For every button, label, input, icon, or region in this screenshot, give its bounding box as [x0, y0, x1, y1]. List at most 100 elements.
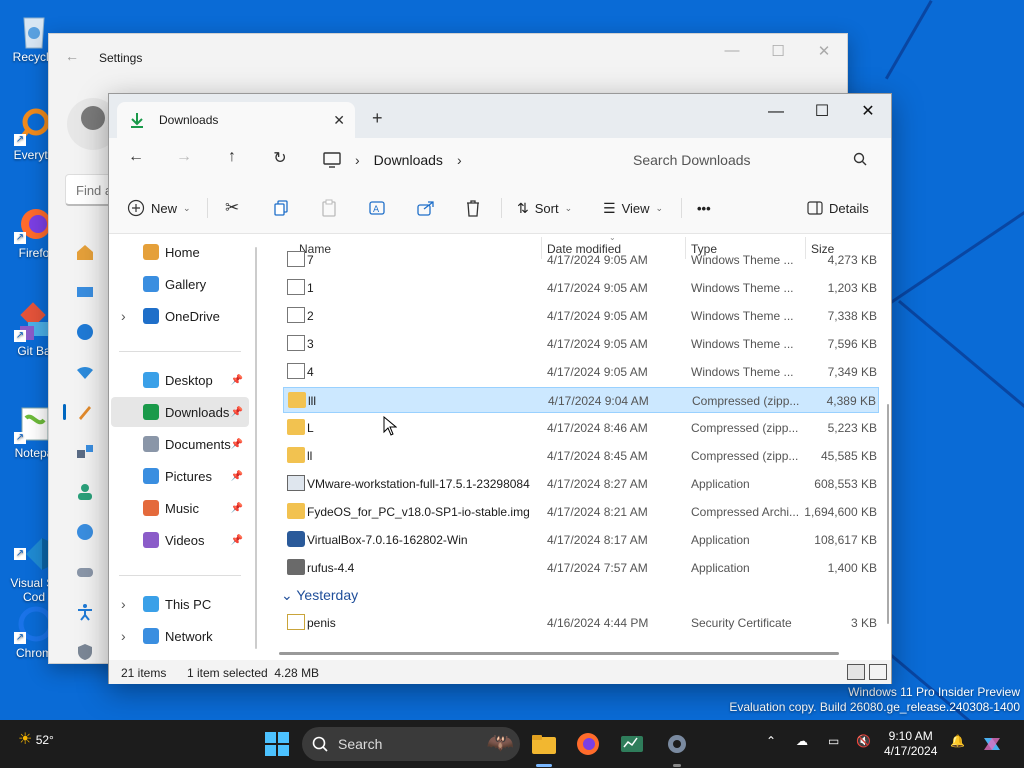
personalization-icon[interactable]: [63, 392, 99, 432]
table-row[interactable]: penis 4/16/2024 4:44 PM Security Certifica…: [283, 610, 879, 636]
table-row[interactable]: lll 4/17/2024 9:04 AM Compressed (zipp... 4…: [283, 387, 879, 413]
minimize-icon[interactable]: —: [753, 98, 799, 126]
table-row[interactable]: 4 4/17/2024 9:05 AM Windows Theme ... 7,349…: [283, 359, 879, 385]
file-explorer-window[interactable]: Downloads ✕ + — ☐ ✕ ← → ↑ ↻ › Downloads …: [108, 93, 892, 684]
start-button[interactable]: [261, 728, 293, 760]
sidebar-item-videos[interactable]: Videos 📌: [111, 525, 249, 555]
minimize-icon[interactable]: —: [709, 42, 755, 60]
sort-button[interactable]: ⇅ Sort ⌄: [517, 196, 572, 220]
table-row[interactable]: 2 4/17/2024 9:05 AM Windows Theme ... 7,338…: [283, 303, 879, 329]
rename-icon[interactable]: A: [369, 196, 387, 220]
address-bar[interactable]: › Downloads ›: [313, 144, 607, 176]
close-tab-icon[interactable]: ✕: [333, 112, 345, 129]
sidebar-item-gallery[interactable]: Gallery: [111, 269, 249, 299]
sidebar-item-documents[interactable]: Documents 📌: [111, 429, 249, 459]
privacy-security-icon[interactable]: [71, 632, 99, 672]
sidebar-item-network[interactable]: › Network: [111, 621, 249, 651]
sidebar-item-label: Gallery: [165, 276, 207, 292]
new-tab-button[interactable]: +: [372, 108, 383, 129]
firefox-taskbar-icon[interactable]: [572, 728, 604, 760]
table-row[interactable]: FydeOS_for_PC_v18.0-SP1-io-stable.img 4/1…: [283, 499, 879, 525]
up-arrow-icon[interactable]: ↑: [219, 148, 245, 172]
sidebar-item-onedrive[interactable]: › OneDrive: [111, 301, 249, 331]
new-button[interactable]: New ⌄: [127, 196, 191, 220]
more-options-button[interactable]: •••: [697, 196, 711, 220]
apps-icon[interactable]: [71, 432, 99, 472]
breadcrumb-downloads[interactable]: Downloads: [374, 152, 443, 168]
weather-widget[interactable]: ☀ 52°: [18, 729, 54, 749]
sidebar-item-home[interactable]: Home: [111, 237, 249, 267]
sidebar-item-this-pc[interactable]: › This PC: [111, 589, 249, 619]
accounts-icon[interactable]: [71, 472, 99, 512]
sidebar-item-pictures[interactable]: Pictures 📌: [111, 461, 249, 491]
details-view-icon[interactable]: [847, 664, 865, 680]
vertical-scrollbar[interactable]: [887, 404, 889, 624]
network-status-icon[interactable]: ☁: [796, 734, 808, 748]
sidebar-item-label: Desktop: [165, 372, 213, 388]
cut-icon[interactable]: ✂: [225, 196, 239, 220]
taskbar-search[interactable]: Search 🦇: [302, 727, 520, 761]
file-name: VirtualBox-7.0.16-162802-Win: [307, 533, 468, 547]
file-list: Name ⌄ Date modified Type Size 7 4/17/202…: [271, 235, 891, 659]
sidebar-item-music[interactable]: Music 📌: [111, 493, 249, 523]
file-explorer-taskbar-icon[interactable]: [528, 728, 560, 760]
show-hidden-icons-chevron-icon[interactable]: ⌃: [766, 734, 776, 748]
expand-chevron-icon[interactable]: ›: [121, 596, 126, 612]
share-icon[interactable]: [417, 196, 435, 220]
volume-muted-icon[interactable]: 🔇: [856, 734, 871, 748]
network-icon[interactable]: [71, 352, 99, 392]
gaming-icon[interactable]: [71, 552, 99, 592]
maximize-icon[interactable]: ☐: [799, 98, 845, 126]
expand-chevron-icon[interactable]: ›: [121, 628, 126, 644]
view-button[interactable]: ☰ View ⌄: [603, 196, 663, 220]
table-row[interactable]: rufus-4.4 4/17/2024 7:57 AM Application 1,4…: [283, 555, 879, 581]
home-icon[interactable]: [71, 232, 99, 272]
copilot-icon[interactable]: [976, 728, 1008, 760]
file-type: Security Certificate: [691, 616, 792, 630]
back-arrow-icon[interactable]: ←: [65, 48, 79, 64]
horizontal-scrollbar[interactable]: [279, 652, 839, 655]
back-arrow-icon[interactable]: ←: [123, 148, 149, 172]
details-button[interactable]: Details: [807, 196, 869, 220]
expand-chevron-icon[interactable]: ›: [121, 308, 126, 324]
table-row[interactable]: VirtualBox-7.0.16-162802-Win 4/17/2024 8:…: [283, 527, 879, 553]
close-icon[interactable]: ✕: [845, 98, 891, 126]
sidebar-item-label: Network: [165, 628, 213, 644]
sidebar-item-downloads[interactable]: Downloads 📌: [111, 397, 249, 427]
divider: [681, 198, 682, 218]
close-icon[interactable]: ✕: [801, 42, 847, 60]
bluetooth-icon[interactable]: [71, 312, 99, 352]
group-header-yesterday[interactable]: ⌄ Yesterday: [281, 587, 358, 604]
paste-icon[interactable]: [321, 196, 337, 220]
task-manager-taskbar-icon[interactable]: [616, 728, 648, 760]
maximize-icon[interactable]: ☐: [755, 42, 801, 60]
clock[interactable]: 9:10 AM 4/17/2024: [884, 729, 937, 759]
delete-icon[interactable]: [465, 196, 481, 220]
table-row[interactable]: VMware-workstation-full-17.5.1-23298084 4…: [283, 471, 879, 497]
nav-scrollbar[interactable]: [255, 247, 257, 649]
search-input[interactable]: Search Downloads: [617, 144, 881, 176]
videos-folder-icon: [143, 532, 159, 548]
table-row[interactable]: 3 4/17/2024 9:05 AM Windows Theme ... 7,596…: [283, 331, 879, 357]
display-icon[interactable]: ▭: [828, 734, 839, 748]
accessibility-icon[interactable]: [71, 592, 99, 632]
shortcut-arrow-icon: ↗: [14, 548, 26, 560]
forward-arrow-icon[interactable]: →: [171, 148, 197, 172]
sidebar-item-desktop[interactable]: Desktop 📌: [111, 365, 249, 395]
tiles-view-icon[interactable]: [869, 664, 887, 680]
table-row[interactable]: ll 4/17/2024 8:45 AM Compressed (zipp... 45…: [283, 443, 879, 469]
table-row[interactable]: L 4/17/2024 8:46 AM Compressed (zipp... 5,2…: [283, 415, 879, 441]
system-icon[interactable]: [71, 272, 99, 312]
settings-taskbar-icon[interactable]: [661, 728, 693, 760]
time-language-icon[interactable]: [71, 512, 99, 552]
table-row[interactable]: 1 4/17/2024 9:05 AM Windows Theme ... 1,203…: [283, 275, 879, 301]
installer-icon: [287, 475, 305, 491]
weather-sun-icon: ☀: [18, 731, 33, 748]
breadcrumb-chevron-icon[interactable]: ›: [457, 152, 462, 168]
collapse-chevron-icon[interactable]: ⌄: [281, 587, 296, 603]
tab-downloads[interactable]: Downloads ✕: [117, 102, 355, 138]
table-row[interactable]: 7 4/17/2024 9:05 AM Windows Theme ... 4,273…: [283, 247, 879, 273]
notifications-bell-icon[interactable]: 🔔: [950, 734, 965, 748]
copy-icon[interactable]: [273, 196, 289, 220]
refresh-icon[interactable]: ↻: [267, 148, 293, 172]
